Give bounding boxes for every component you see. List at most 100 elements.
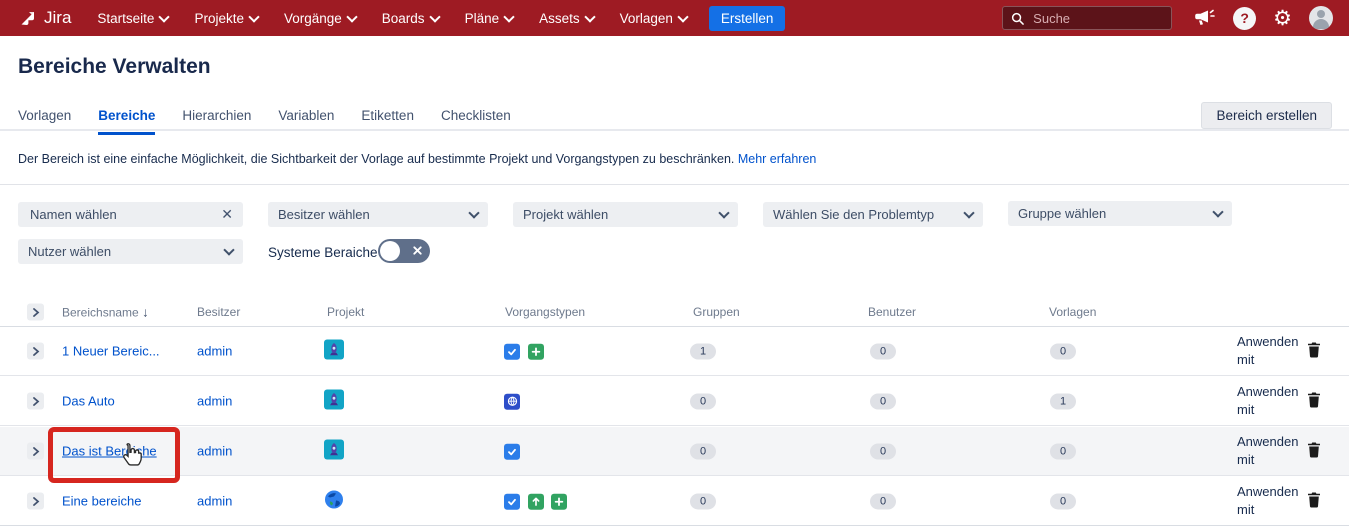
filter-name[interactable]: ✕ [18,202,243,227]
table-row: 1 Neuer Bereic... admin 1 0 0 Anwenden m… [0,327,1349,376]
issuetype-plus-icon [528,343,544,359]
table-row: Das Auto admin 0 0 1 Anwenden mit [0,377,1349,426]
project-avatar-rocket [324,340,344,363]
table-header: Bereichsname ↓ Besitzer Projekt Vorgangs… [0,298,1349,326]
groups-count-badge: 0 [690,444,716,460]
groups-count-badge: 0 [690,394,716,410]
owner-link[interactable]: admin [197,444,232,459]
jira-logo[interactable]: Jira [18,8,71,28]
header-vorgangstypen[interactable]: Vorgangstypen [505,305,585,319]
area-name-link[interactable]: Eine bereiche [62,494,142,509]
system-areas-label: Systeme Beraiche [268,245,378,260]
apply-with-link[interactable]: Anwenden mit [1237,383,1298,419]
chevron-down-icon [223,244,234,255]
row-expand-button[interactable] [27,393,44,410]
megaphone-icon[interactable] [1192,7,1216,29]
avatar-head [1317,10,1325,18]
header-benutzer[interactable]: Benutzer [868,305,916,319]
area-name-link-hovered[interactable]: Das ist Bereiche [62,444,157,459]
top-navigation-bar: Jira Startseite Projekte Vorgänge Boards… [0,0,1349,36]
filter-group-select[interactable]: Gruppe wählen [1008,201,1232,226]
apply-with-link[interactable]: Anwenden mit [1237,433,1298,469]
learn-more-link[interactable]: Mehr erfahren [738,152,817,166]
chevron-right-icon [32,446,40,456]
clear-icon[interactable]: ✕ [221,206,233,223]
apply-with-link[interactable]: Anwenden mit [1237,333,1298,369]
table-row: Eine bereiche admin 0 0 0 Anwenden mit [0,477,1349,526]
page-description: Der Bereich ist eine einfache Möglichkei… [18,152,816,166]
row-expand-button[interactable] [27,443,44,460]
row-expand-button[interactable] [27,343,44,360]
owner-link[interactable]: admin [197,394,232,409]
nav-item-boards[interactable]: Boards [382,11,439,26]
sort-desc-icon[interactable]: ↓ [142,305,149,320]
chevron-down-icon [248,11,259,22]
issuetype-globe-icon [504,393,520,409]
toggle-off-x-icon [412,245,423,256]
issuetype-task-icon [504,493,520,509]
users-count-badge: 0 [870,444,896,460]
templates-count-badge: 0 [1050,494,1076,510]
header-vorlagen[interactable]: Vorlagen [1049,305,1096,319]
area-name-link[interactable]: Das Auto [62,394,115,409]
help-icon[interactable]: ? [1233,7,1256,30]
global-search[interactable] [1002,6,1172,30]
nav-item-assets[interactable]: Assets [539,11,594,26]
chevron-down-icon [963,207,974,218]
delete-trash-icon[interactable] [1307,442,1321,461]
chevron-down-icon [503,11,514,22]
nav-item-vorlagen[interactable]: Vorlagen [620,11,687,26]
chevron-right-icon [32,496,40,506]
nav-item-plaene[interactable]: Pläne [465,11,514,26]
create-button[interactable]: Erstellen [709,6,786,31]
header-gruppen[interactable]: Gruppen [693,305,740,319]
system-areas-toggle[interactable] [378,239,430,263]
toggle-knob [380,241,400,261]
header-bereichsname[interactable]: Bereichsname ↓ [62,305,149,320]
filter-owner-select[interactable]: Besitzer wählen [268,202,488,227]
area-name-link[interactable]: 1 Neuer Bereic... [62,344,160,359]
groups-count-badge: 1 [690,344,716,360]
nav-item-startseite[interactable]: Startseite [97,11,168,26]
create-area-button[interactable]: Bereich erstellen [1201,102,1332,129]
gear-icon[interactable]: ⚙ [1273,8,1292,29]
chevron-down-icon [1212,206,1223,217]
search-input[interactable] [1031,10,1145,27]
nav-item-projekte[interactable]: Projekte [194,11,258,26]
page-title: Bereiche Verwalten [18,55,211,79]
nav-item-vorgaenge[interactable]: Vorgänge [284,11,356,26]
chevron-down-icon [468,207,479,218]
chevron-down-icon [677,11,688,22]
filter-name-input[interactable] [28,206,202,223]
issuetype-task-icon [504,443,520,459]
filter-user-select[interactable]: Nutzer wählen [18,239,243,264]
owner-link[interactable]: admin [197,494,232,509]
filter-issuetype-select[interactable]: Wählen Sie den Problemtyp [763,202,983,227]
templates-count-badge: 1 [1050,394,1076,410]
user-avatar[interactable] [1309,6,1333,30]
filter-project-select[interactable]: Projekt wählen [513,202,738,227]
templates-count-badge: 0 [1050,344,1076,360]
users-count-badge: 0 [870,344,896,360]
avatar-body [1313,19,1329,29]
project-avatar-rocket [324,390,344,413]
delete-trash-icon[interactable] [1307,392,1321,411]
apply-with-link[interactable]: Anwenden mit [1237,483,1298,519]
issuetype-arrow-up-icon [528,493,544,509]
expand-all-button[interactable] [27,304,44,321]
issuetype-task-icon [504,343,520,359]
header-besitzer[interactable]: Besitzer [197,305,240,319]
section-divider [0,184,1349,185]
header-projekt[interactable]: Projekt [327,305,364,319]
owner-link[interactable]: admin [197,344,232,359]
jira-logo-text: Jira [44,8,71,28]
delete-trash-icon[interactable] [1307,342,1321,361]
delete-trash-icon[interactable] [1307,492,1321,511]
project-avatar-globe [324,490,344,513]
chevron-right-icon [32,346,40,356]
app-canvas: Jira Startseite Projekte Vorgänge Boards… [0,0,1349,527]
chevron-right-icon [32,396,40,406]
chevron-down-icon [429,11,440,22]
row-expand-button[interactable] [27,493,44,510]
chevron-down-icon [584,11,595,22]
